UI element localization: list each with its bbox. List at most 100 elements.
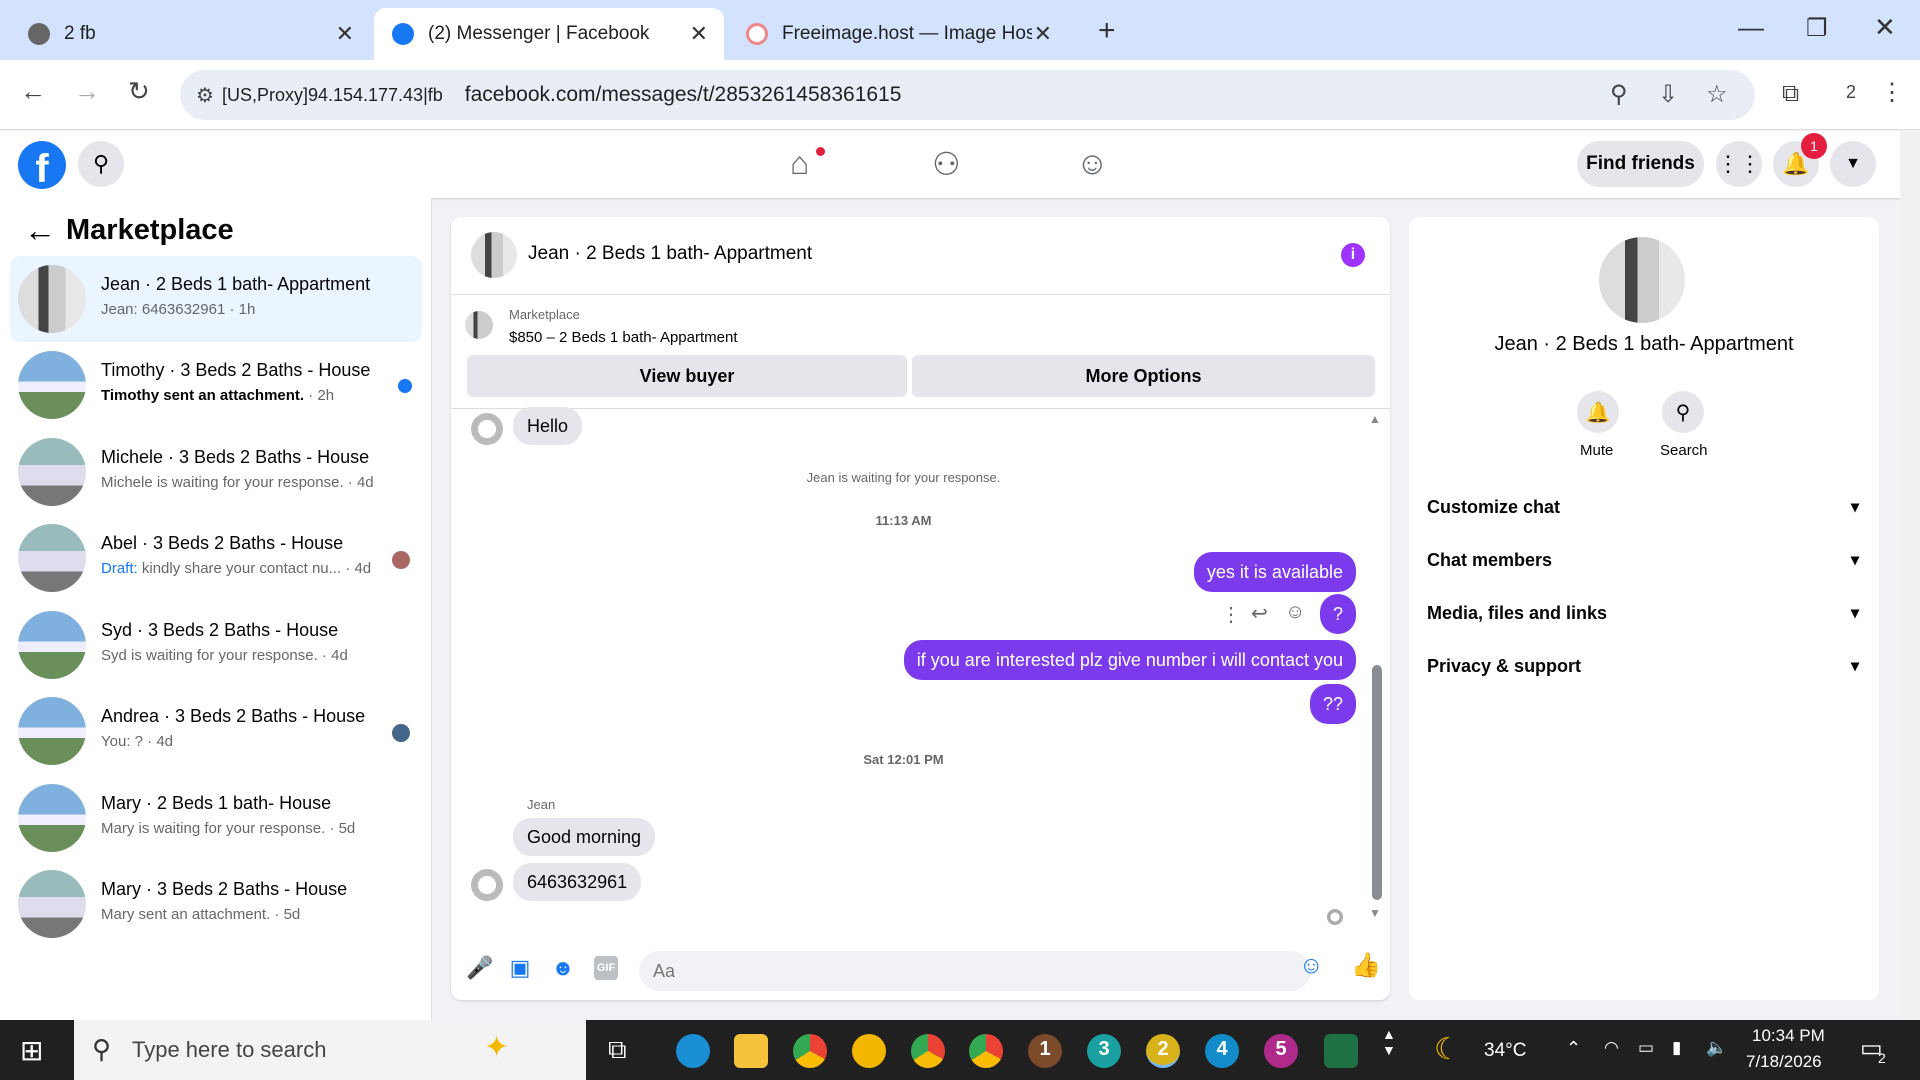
- chevron-down-icon: ▾: [1850, 658, 1859, 675]
- find-friends-button[interactable]: Find friends: [1577, 141, 1704, 187]
- menu-dots-icon[interactable]: ⋮: [1880, 78, 1904, 107]
- page-scrollbar[interactable]: [1900, 131, 1920, 1020]
- seen-avatar: [392, 551, 410, 569]
- sticker-icon[interactable]: ☻: [551, 956, 575, 980]
- marketplace-inbox: ← Marketplace Jean · 2 Beds 1 bath- Appa…: [0, 198, 432, 1020]
- message-incoming[interactable]: Hello: [513, 407, 583, 445]
- conversation-item[interactable]: Michele · 3 Beds 2 Baths - House Michele…: [10, 429, 422, 515]
- close-tab-icon[interactable]: ✕: [690, 21, 708, 47]
- media-files-links-row[interactable]: Media, files and links ▾: [1427, 603, 1867, 624]
- home-icon[interactable]: ⌂: [790, 145, 809, 182]
- chat-title[interactable]: Jean · 2 Beds 1 bath- Appartment: [528, 243, 812, 265]
- conversation-item[interactable]: Mary · 3 Beds 2 Baths - House Mary sent …: [10, 861, 422, 947]
- weather-moon-icon: ☾: [1434, 1033, 1461, 1066]
- battery-icon[interactable]: ▮: [1672, 1038, 1681, 1058]
- message-outgoing[interactable]: ?: [1319, 594, 1356, 634]
- temperature[interactable]: 34°C: [1484, 1040, 1526, 1062]
- marketplace-listing-box: Marketplace $850 – 2 Beds 1 bath- Appart…: [451, 295, 1390, 409]
- avatar[interactable]: [471, 232, 517, 278]
- account-dropdown-icon[interactable]: ▼: [1830, 141, 1876, 187]
- view-buyer-button[interactable]: View buyer: [467, 355, 907, 397]
- facebook-logo-icon[interactable]: f: [18, 141, 66, 189]
- excel-icon[interactable]: [1324, 1034, 1358, 1068]
- tab-2-fb[interactable]: 2 fb ✕: [10, 8, 370, 60]
- file-explorer-icon[interactable]: [734, 1034, 768, 1068]
- conversation-item[interactable]: Timothy · 3 Beds 2 Baths - House Timothy…: [10, 342, 422, 428]
- freeimage-icon: [746, 23, 768, 45]
- minimize-icon[interactable]: —: [1738, 12, 1764, 43]
- more-actions-icon[interactable]: ⋮: [1221, 602, 1241, 627]
- clock-time[interactable]: 10:34 PM: [1752, 1026, 1825, 1046]
- reload-icon[interactable]: ↻: [128, 76, 150, 107]
- groups-icon[interactable]: ☺: [1076, 145, 1109, 182]
- like-thumb-icon[interactable]: 👍: [1351, 954, 1381, 978]
- close-tab-icon[interactable]: ✕: [336, 21, 354, 47]
- volume-icon[interactable]: 🔈: [1706, 1038, 1727, 1058]
- edge-icon[interactable]: [676, 1034, 710, 1068]
- tab-messenger[interactable]: (2) Messenger | Facebook ✕: [374, 8, 724, 60]
- chrome-profile-icon[interactable]: [911, 1034, 945, 1068]
- forward-icon[interactable]: →: [74, 76, 100, 107]
- gif-icon[interactable]: GIF: [594, 956, 618, 980]
- profile-count[interactable]: 2: [1846, 82, 1856, 103]
- image-icon[interactable]: ▣: [508, 956, 532, 980]
- message-input[interactable]: [639, 951, 1311, 991]
- clock-date[interactable]: 7/18/2026: [1746, 1052, 1822, 1072]
- meet-icon[interactable]: ▭: [1638, 1038, 1654, 1058]
- notification-count: 2: [1878, 1050, 1886, 1066]
- waiting-note: Jean is waiting for your response.: [806, 470, 1001, 485]
- message-outgoing[interactable]: if you are interested plz give number i …: [903, 640, 1356, 680]
- close-tab-icon[interactable]: ✕: [1034, 21, 1052, 47]
- wifi-icon[interactable]: ◠: [1604, 1038, 1619, 1058]
- microphone-icon[interactable]: 🎤: [466, 956, 493, 980]
- scrollbar-thumb[interactable]: [1372, 665, 1382, 900]
- facebook-icon: [392, 23, 414, 45]
- search-icon[interactable]: ⚲: [1662, 391, 1704, 433]
- url-text[interactable]: facebook.com/messages/t/2853261458361615: [465, 83, 902, 107]
- tab-search-icon[interactable]: ⧉: [1782, 80, 1799, 108]
- close-window-icon[interactable]: ✕: [1874, 12, 1896, 43]
- bookmark-star-icon[interactable]: ☆: [1706, 80, 1728, 109]
- avatar: [18, 611, 86, 679]
- search-icon[interactable]: ⚲: [78, 141, 124, 187]
- zoom-icon[interactable]: ⚲: [1610, 80, 1628, 109]
- ix-app-icon[interactable]: [852, 1034, 886, 1068]
- message-outgoing[interactable]: yes it is available: [1193, 552, 1356, 592]
- site-info-icon[interactable]: ⚙: [196, 83, 214, 108]
- conversation-item[interactable]: Andrea · 3 Beds 2 Baths - House You: ? ·…: [10, 688, 422, 774]
- more-options-button[interactable]: More Options: [912, 355, 1375, 397]
- taskbar-scroll-icon[interactable]: ▲ ▼: [1382, 1026, 1396, 1058]
- chat-members-row[interactable]: Chat members ▾: [1427, 550, 1867, 571]
- browser-tab-bar: 2 fb ✕ (2) Messenger | Facebook ✕ Freeim…: [0, 0, 1920, 60]
- conversation-item[interactable]: Jean · 2 Beds 1 bath- Appartment Jean: 6…: [10, 256, 422, 342]
- conversation-item[interactable]: Abel · 3 Beds 2 Baths - House Draft: kin…: [10, 515, 422, 601]
- customize-chat-row[interactable]: Customize chat ▾: [1427, 497, 1867, 518]
- task-view-icon[interactable]: ⧉: [608, 1034, 627, 1066]
- mute-bell-icon[interactable]: 🔔: [1577, 391, 1619, 433]
- apps-grid-icon[interactable]: ⋮⋮: [1716, 141, 1762, 187]
- restore-icon[interactable]: ❐: [1806, 14, 1828, 43]
- react-emoji-icon[interactable]: ☺: [1285, 601, 1305, 624]
- back-arrow-icon[interactable]: ←: [24, 212, 56, 249]
- omnibox[interactable]: ⚙ [US,Proxy]94.154.177.43|fb facebook.co…: [180, 70, 1755, 120]
- friends-icon[interactable]: ⚇: [932, 145, 961, 183]
- chrome-profile-icon[interactable]: [969, 1034, 1003, 1068]
- back-icon[interactable]: ←: [20, 76, 46, 107]
- message-outgoing[interactable]: ??: [1309, 684, 1356, 724]
- taskbar-search[interactable]: ⚲ Type here to search ✦: [74, 1020, 586, 1080]
- reply-icon[interactable]: ↩: [1251, 601, 1268, 626]
- tray-chevron-icon[interactable]: ⌃: [1566, 1038, 1581, 1059]
- conversation-item[interactable]: Syd · 3 Beds 2 Baths - House Syd is wait…: [10, 602, 422, 688]
- message-incoming[interactable]: 6463632961: [513, 863, 642, 901]
- emoji-icon[interactable]: ☺: [1299, 954, 1324, 978]
- new-tab-button[interactable]: +: [1098, 14, 1116, 48]
- globe-icon: [28, 23, 50, 45]
- conversation-item[interactable]: Mary · 2 Beds 1 bath- House Mary is wait…: [10, 775, 422, 861]
- tab-freeimage[interactable]: Freeimage.host — Image Hosti ✕: [728, 8, 1068, 60]
- windows-start-icon[interactable]: ⊞: [20, 1034, 43, 1067]
- privacy-support-row[interactable]: Privacy & support ▾: [1427, 656, 1867, 677]
- install-icon[interactable]: ⇩: [1658, 80, 1678, 109]
- message-incoming[interactable]: Good morning: [513, 818, 656, 856]
- info-icon[interactable]: i: [1341, 243, 1365, 267]
- chrome-icon[interactable]: [793, 1034, 827, 1068]
